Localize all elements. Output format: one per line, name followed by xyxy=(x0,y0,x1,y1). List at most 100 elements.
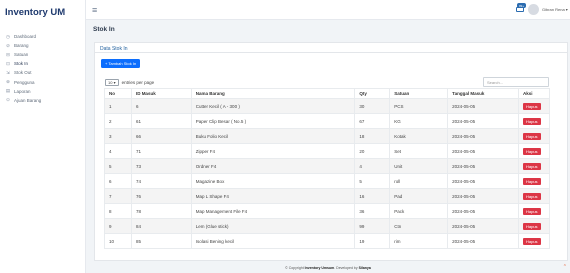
table-cell: 76 xyxy=(130,188,192,204)
delete-button[interactable]: Hapus xyxy=(522,237,541,245)
sidebar-item-label: Satuan xyxy=(14,52,29,58)
table-cell: 2024-05-05 xyxy=(447,158,519,174)
sidebar-nav: ◷ Dashboard ⊘ Barang ⊟ Satuan ⊡ Stok In ⇲ Stok Ou… xyxy=(0,32,85,105)
table-row: 9 84 Lem (Glue stick) 99 Ctn 2024-05-05 Hapus xyxy=(104,218,551,234)
brand-logo[interactable]: Inventory UM xyxy=(0,0,85,20)
table-cell: 85 xyxy=(130,233,192,249)
delete-button[interactable]: Hapus xyxy=(522,132,541,140)
notification-badge: 99+ xyxy=(517,3,527,8)
column-header[interactable]: Nama Barang xyxy=(190,88,356,99)
delete-button[interactable]: Hapus xyxy=(522,177,541,185)
sidebar-item-icon: ⊡ xyxy=(6,60,10,66)
table-cell: Buku Folio Kecil xyxy=(190,128,356,144)
sidebar-item-icon: ⊟ xyxy=(6,51,10,57)
table-row: 8 78 Map Management File F4 36 Pack 2024-05-0… xyxy=(104,203,551,219)
user-menu[interactable]: Gibran Rena ▾ xyxy=(542,7,568,12)
table-cell: 2024-05-05 xyxy=(447,218,519,234)
delete-button[interactable]: Hapus xyxy=(522,192,541,200)
delete-button[interactable]: Hapus xyxy=(522,117,541,125)
action-cell: Hapus xyxy=(517,233,551,249)
sidebar-item-stok-in[interactable]: ⊡ Stok In xyxy=(0,59,85,68)
page-title: Stok In xyxy=(93,26,115,33)
table-cell: 20 xyxy=(354,143,391,159)
table-cell: 30 xyxy=(354,98,391,114)
table-cell: 73 xyxy=(130,158,192,174)
entries-select[interactable]: 10 ▾ xyxy=(105,79,119,86)
column-header[interactable]: No xyxy=(104,88,132,99)
delete-button[interactable]: Hapus xyxy=(522,222,541,230)
sidebar-item-label: Dashboard xyxy=(14,34,37,40)
table-cell: 2024-05-05 xyxy=(447,188,519,204)
sidebar-item-icon: ▤ xyxy=(5,88,11,94)
sidebar-item-label: Stok Out xyxy=(14,70,32,76)
table-cell: Ordner F4 xyxy=(190,158,356,174)
sidebar-item-ajuan-barang[interactable]: ⊙ Ajuan Barang xyxy=(0,96,85,105)
footer-mid: . Developed by xyxy=(334,266,359,270)
column-header[interactable]: Aksi xyxy=(517,88,551,99)
entries-label: entries per page xyxy=(121,80,155,85)
sidebar-item-icon: ⊘ xyxy=(6,42,10,48)
column-header[interactable]: Tanggal Masuk xyxy=(447,88,519,99)
delete-button[interactable]: Hapus xyxy=(522,147,541,155)
sidebar-item-satuan[interactable]: ⊟ Satuan xyxy=(0,50,85,59)
sidebar-item-label: Pengguna xyxy=(14,79,35,85)
table-row: 4 71 Zipper F4 20 Set 2024-05-05 Hapus xyxy=(104,143,551,159)
table-row: 10 85 Isolasi Bening kecil 19 rim 2024-05-05 H… xyxy=(104,233,551,249)
avatar[interactable] xyxy=(528,4,539,15)
table-cell: 78 xyxy=(130,203,192,219)
footer: © Copyright Inventory Umsum. Developed b… xyxy=(86,263,570,273)
sidebar-item-icon: ⊗ xyxy=(6,79,10,85)
sidebar-item-stok-out[interactable]: ⇲ Stok Out xyxy=(0,68,85,77)
table-cell: 1 xyxy=(104,98,132,114)
table-cell: 2024-05-05 xyxy=(447,98,519,114)
delete-button[interactable]: Hapus xyxy=(522,102,541,110)
stock-in-card: Data Stok In + Tambah Stok In 10 ▾ entri… xyxy=(94,42,568,261)
table-cell: 10 xyxy=(104,233,132,249)
add-stock-in-button[interactable]: + Tambah Stok In xyxy=(101,59,141,68)
column-header[interactable]: Qty xyxy=(354,88,391,99)
table-cell: 2024-05-05 xyxy=(447,113,519,129)
stock-in-table: No ID Masuk Nama Barang Qty Satuan Tanggal Ma… xyxy=(104,88,551,249)
column-header[interactable]: Satuan xyxy=(389,88,449,99)
table-cell: 7 xyxy=(104,188,132,204)
table-cell: 2024-05-05 xyxy=(447,173,519,189)
table-header: No ID Masuk Nama Barang Qty Satuan Tanggal Ma… xyxy=(104,88,551,99)
table-body: 1 6 Cutter Kecil ( A - 300 ) 30 PCS 2024-05-0… xyxy=(104,98,551,249)
table-cell: Lem (Glue stick) xyxy=(190,218,356,234)
table-cell: rim xyxy=(389,233,449,249)
scroll-top-icon[interactable]: ⌃ xyxy=(563,264,567,270)
footer-app: Inventory Umsum xyxy=(304,266,335,270)
table-cell: 2024-05-05 xyxy=(447,233,519,249)
sidebar-item-label: Ajuan Barang xyxy=(14,97,42,103)
table-cell: 4 xyxy=(354,158,391,174)
footer-prefix: © Copyright xyxy=(285,266,305,270)
action-cell: Hapus xyxy=(517,143,551,159)
sidebar-item-dashboard[interactable]: ◷ Dashboard xyxy=(0,32,85,41)
sidebar-item-barang[interactable]: ⊘ Barang xyxy=(0,41,85,50)
action-cell: Hapus xyxy=(517,158,551,174)
menu-toggle-icon[interactable]: ≡ xyxy=(92,5,97,15)
table-cell: Cutter Kecil ( A - 300 ) xyxy=(190,98,356,114)
sidebar-item-label: Laporan xyxy=(14,88,31,94)
search-input[interactable]: Search... xyxy=(483,77,549,87)
action-cell: Hapus xyxy=(517,188,551,204)
table-cell: 4 xyxy=(104,143,132,159)
table-cell: 71 xyxy=(130,143,192,159)
sidebar-item-icon: ◷ xyxy=(6,33,10,39)
table-cell: 74 xyxy=(130,173,192,189)
delete-button[interactable]: Hapus xyxy=(522,207,541,215)
topbar: ≡ 99+ Gibran Rena ▾ xyxy=(86,0,570,20)
table-row: 2 61 Paper Clip Besar ( No.5 ) 67 KG 2024-05-… xyxy=(104,113,551,129)
table-cell: 5 xyxy=(354,173,391,189)
entries-per-page: 10 ▾ entries per page xyxy=(105,79,154,86)
sidebar-item-laporan[interactable]: ▤ Laporan xyxy=(0,87,85,96)
delete-button[interactable]: Hapus xyxy=(522,162,541,170)
table-cell: 99 xyxy=(354,218,391,234)
table-cell: 67 xyxy=(354,113,391,129)
table-cell: roll xyxy=(389,173,449,189)
action-cell: Hapus xyxy=(517,113,551,129)
table-cell: Set xyxy=(389,143,449,159)
column-header[interactable]: ID Masuk xyxy=(130,88,192,99)
sidebar-item-pengguna[interactable]: ⊗ Pengguna xyxy=(0,77,85,86)
table-cell: Unit xyxy=(389,158,449,174)
